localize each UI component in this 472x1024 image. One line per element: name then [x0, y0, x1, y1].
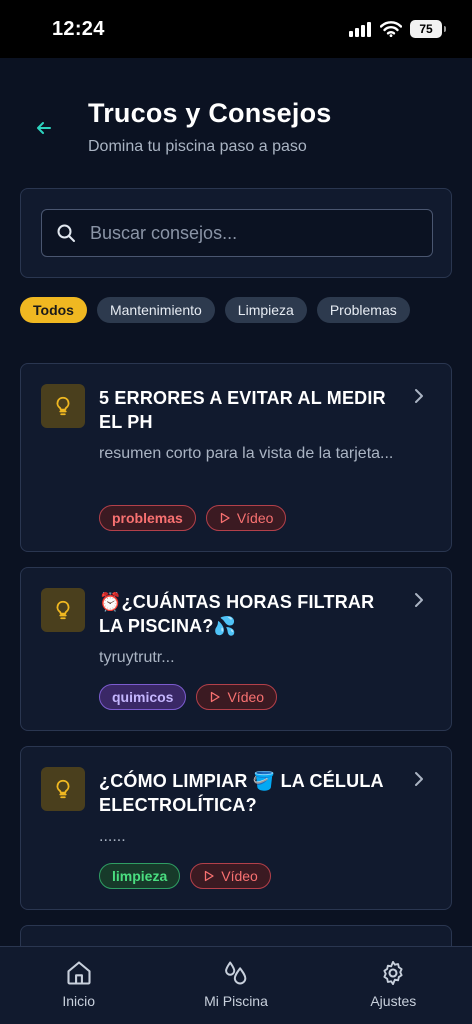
wifi-icon	[380, 21, 402, 37]
arrow-left-icon	[37, 122, 51, 134]
video-tag: Vídeo	[196, 684, 278, 710]
gear-icon	[383, 960, 403, 986]
page-title: Trucos y Consejos	[88, 98, 332, 128]
nav-item-pool[interactable]: Mi Piscina	[176, 959, 296, 1009]
cellular-signal-icon	[349, 22, 371, 37]
battery-icon: 75	[410, 20, 446, 38]
search-box[interactable]	[41, 209, 433, 257]
lightbulb-icon	[56, 396, 70, 416]
card-tags: limpieza Vídeo	[99, 863, 271, 889]
category-tag: problemas	[99, 505, 196, 531]
play-icon	[220, 512, 230, 524]
back-button[interactable]	[30, 114, 58, 142]
nav-label-settings: Ajustes	[370, 993, 417, 1009]
chevron-right-icon[interactable]	[413, 388, 425, 404]
card-summary: resumen corto para la vista de la tarjet…	[99, 445, 394, 462]
search-panel	[20, 188, 452, 278]
nav-item-settings[interactable]: Ajustes	[333, 959, 453, 1009]
chevron-right-icon[interactable]	[413, 771, 425, 787]
card-icon	[41, 767, 85, 811]
tip-card[interactable]: ¿CÓMO LIMPIAR 🪣 LA CÉLULA ELECTROLÍTICA?…	[20, 746, 452, 910]
status-bar: 12:24 75	[0, 0, 472, 58]
video-tag-label: Vídeo	[236, 510, 274, 526]
filter-chip-todos[interactable]: Todos	[20, 297, 87, 323]
bottom-nav: Inicio Mi Piscina Ajustes	[0, 946, 472, 1024]
filter-chips: Todos Mantenimiento Limpieza Problemas	[20, 297, 410, 323]
nav-label-pool: Mi Piscina	[204, 993, 268, 1009]
header: Trucos y Consejos Domina tu piscina paso…	[0, 58, 472, 188]
card-icon	[41, 384, 85, 428]
category-tag: quimicos	[99, 684, 187, 710]
lightbulb-icon	[56, 779, 70, 799]
lightbulb-icon	[56, 600, 70, 620]
card-summary: ......	[99, 828, 126, 845]
home-icon	[67, 961, 91, 985]
page-subtitle: Domina tu piscina paso a paso	[88, 138, 307, 155]
filter-chip-problemas[interactable]: Problemas	[316, 297, 410, 323]
nav-label-home: Inicio	[62, 993, 95, 1009]
card-title: 5 ERRORES A EVITAR AL MEDIR EL PH	[99, 388, 386, 432]
tip-card[interactable]: 5 ERRORES A EVITAR AL MEDIR EL PH resume…	[20, 363, 452, 552]
video-tag: Vídeo	[205, 505, 287, 531]
category-tag: limpieza	[99, 863, 181, 889]
search-icon	[57, 224, 75, 242]
card-title: ⏰¿CUÁNTAS HORAS FILTRAR LA PISCINA?💦	[99, 592, 375, 636]
tip-card[interactable]: ⏰¿CUÁNTAS HORAS FILTRAR LA PISCINA?💦 tyr…	[20, 567, 452, 731]
status-icons: 75	[348, 20, 446, 38]
card-tags: problemas Vídeo	[99, 505, 287, 531]
card-tags: quimicos Vídeo	[99, 684, 278, 710]
filter-chip-limpieza[interactable]: Limpieza	[224, 297, 307, 323]
play-icon	[205, 870, 214, 882]
play-icon	[211, 691, 221, 703]
status-time: 12:24	[52, 17, 105, 40]
chevron-right-icon[interactable]	[413, 592, 425, 608]
filter-chip-mantenimiento[interactable]: Mantenimiento	[96, 297, 215, 323]
card-title: ¿CÓMO LIMPIAR 🪣 LA CÉLULA ELECTROLÍTICA?	[99, 771, 384, 815]
video-tag-label: Vídeo	[221, 868, 258, 884]
nav-item-home[interactable]: Inicio	[19, 959, 139, 1009]
card-icon	[41, 588, 85, 632]
video-tag-label: Vídeo	[227, 689, 265, 705]
video-tag: Vídeo	[190, 863, 271, 889]
water-drops-icon	[225, 961, 247, 985]
card-summary: tyruytrutr...	[99, 649, 175, 666]
search-input[interactable]	[90, 210, 432, 256]
